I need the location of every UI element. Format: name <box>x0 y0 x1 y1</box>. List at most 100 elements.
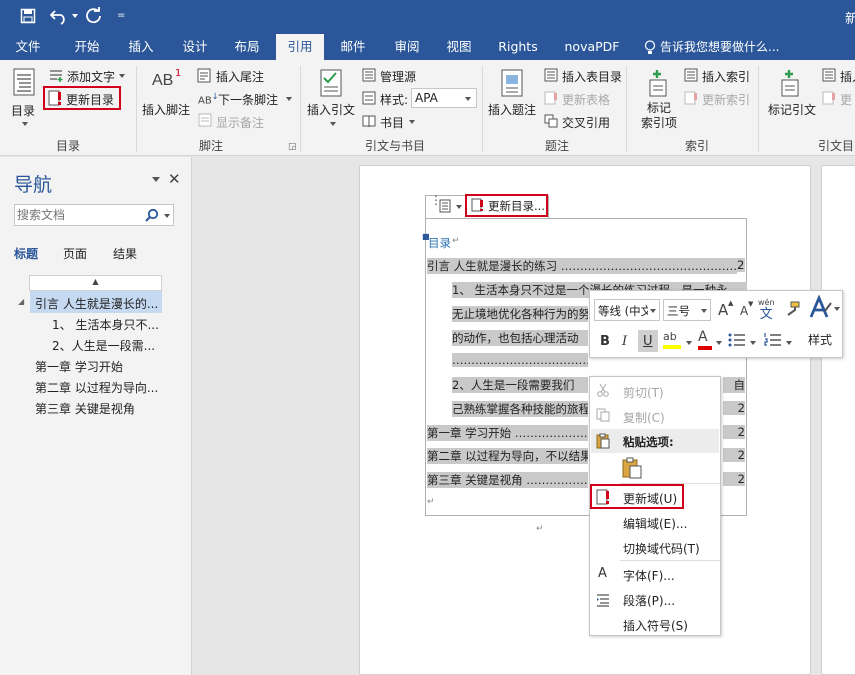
tab-novapdf[interactable]: novaPDF <box>556 34 628 60</box>
toc-icon[interactable] <box>12 68 36 99</box>
font-menu-item[interactable]: 字体(F)... <box>623 567 675 584</box>
style-select[interactable]: APA <box>411 88 477 108</box>
phonetic-guide-icon[interactable]: wén 文 <box>758 297 775 321</box>
styles-label[interactable]: 样式 <box>808 331 832 348</box>
toc-entry[interactable]: 引言 人生就是漫长的练习 ……………………………………………………………………2 <box>427 258 737 274</box>
tab-review[interactable]: 审阅 <box>382 34 432 60</box>
next-footnote-button[interactable]: 下一条脚注 <box>218 91 278 108</box>
font-color-icon[interactable]: A <box>698 329 712 350</box>
footnotes-dialog-launcher-icon[interactable]: ◲ <box>288 142 297 152</box>
tab-file[interactable]: 文件 <box>4 34 52 60</box>
toc-control-doc-icon[interactable] <box>439 199 451 216</box>
insert-table-of-figures-button[interactable]: 插入表目录 <box>562 68 622 85</box>
tab-view[interactable]: 视图 <box>436 34 482 60</box>
edit-field-menu-item[interactable]: 编辑域(E)... <box>623 515 687 532</box>
tab-headings[interactable]: 标题 <box>14 245 38 262</box>
toggle-field-codes-menu-item[interactable]: 切换域代码(T) <box>623 540 700 557</box>
underline-button[interactable]: U <box>643 334 653 349</box>
tab-home[interactable]: 开始 <box>62 34 112 60</box>
customize-qat-icon[interactable]: = <box>117 10 125 21</box>
highlight-icon[interactable]: ab <box>663 329 681 349</box>
toc-entry[interactable]: 己熟练掌握各种技能的旅程 <box>452 401 588 417</box>
toc-entry[interactable]: 2、人生是一段需要我们 <box>452 377 588 393</box>
undo-dropdown-icon[interactable] <box>72 14 78 18</box>
tab-rights[interactable]: Rights <box>490 34 546 60</box>
nav-heading-item[interactable]: 第三章 关键是视角 <box>35 400 135 417</box>
numbering-icon[interactable] <box>764 332 782 351</box>
update-toc-control-button[interactable]: 更新目录... <box>488 198 545 214</box>
nav-search-box[interactable] <box>14 204 174 226</box>
insert-footnote-button[interactable]: 插入脚注 <box>142 101 190 118</box>
bibliography-button[interactable]: 书目 <box>380 114 404 131</box>
tab-mailings[interactable]: 邮件 <box>328 34 378 60</box>
toc-entry[interactable]: 第二章 以过程为导向，不以结果 <box>427 448 588 464</box>
font-name-select[interactable]: 等线 (中文 <box>594 299 660 321</box>
insert-endnote-button[interactable]: 插入尾注 <box>216 68 264 85</box>
grow-font-icon[interactable]: A <box>718 301 728 319</box>
bullets-icon[interactable] <box>728 332 746 351</box>
save-icon[interactable] <box>20 8 36 27</box>
search-input[interactable] <box>17 207 137 223</box>
add-text-dropdown-icon[interactable] <box>119 74 125 78</box>
insert-citation-button[interactable]: 插入引文 <box>307 101 355 118</box>
format-painter-icon[interactable] <box>784 301 800 320</box>
nav-heading-item[interactable]: 第一章 学习开始 <box>35 358 123 375</box>
nav-heading-item[interactable]: 第二章 以过程为导向... <box>35 379 158 396</box>
cross-reference-button[interactable]: 交叉引用 <box>562 114 610 131</box>
nav-heading-item[interactable]: 2、人生是一段需... <box>52 337 155 354</box>
tab-references[interactable]: 引用 <box>276 34 324 60</box>
highlight-dropdown-icon[interactable] <box>686 341 692 345</box>
paragraph-menu-item[interactable]: 段落(P)... <box>623 592 675 609</box>
collapse-all-button[interactable]: ▲ <box>29 275 162 291</box>
insert-citation-dropdown-icon[interactable] <box>330 122 336 126</box>
tab-layout[interactable]: 布局 <box>222 34 272 60</box>
update-toc-button[interactable]: 更新目录 <box>66 91 114 108</box>
insert-symbol-menu-item[interactable]: 插入符号(S) <box>623 617 688 634</box>
search-icon[interactable] <box>145 208 159 225</box>
redo-icon[interactable] <box>84 6 102 28</box>
styles-dropdown-icon[interactable] <box>834 307 840 311</box>
font-color-dropdown-icon[interactable] <box>716 341 722 345</box>
undo-icon[interactable] <box>49 7 70 28</box>
tell-me-search[interactable]: 告诉我您想要做什么... <box>660 34 785 60</box>
manage-sources-button[interactable]: 管理源 <box>380 68 416 85</box>
insert-authorities-button[interactable]: 插入 <box>840 68 855 85</box>
paste-keep-text-icon[interactable] <box>621 457 643 482</box>
close-icon[interactable]: ✕ <box>168 170 181 188</box>
styles-icon[interactable] <box>808 294 834 324</box>
collapse-triangle-icon[interactable]: ◢ <box>18 297 24 306</box>
insert-caption-button[interactable]: 插入题注 <box>488 101 536 118</box>
next-footnote-dropdown-icon[interactable] <box>286 97 292 101</box>
mark-entry-button[interactable]: 标记 索引项 <box>641 101 677 131</box>
font-size-select[interactable]: 三号 <box>663 299 711 321</box>
insert-index-button[interactable]: 插入索引 <box>702 68 750 85</box>
add-text-button[interactable]: 添加文字 <box>67 68 115 85</box>
toc-entry[interactable]: 第一章 学习开始 …………………………………………… <box>427 425 588 441</box>
font-name-dropdown-icon[interactable] <box>650 309 656 313</box>
toc-dropdown-icon[interactable] <box>22 122 28 126</box>
tab-pages[interactable]: 页面 <box>63 245 87 262</box>
bibliography-dropdown-icon[interactable] <box>409 120 415 124</box>
toc-entry[interactable]: 第三章 关键是视角 …………………………………………… <box>427 472 588 488</box>
update-field-menu-item[interactable]: 更新域(U) <box>623 490 677 507</box>
numbering-dropdown-icon[interactable] <box>786 341 792 345</box>
toc-control-dropdown-icon[interactable] <box>456 205 462 209</box>
tab-results[interactable]: 结果 <box>113 245 137 262</box>
style-dropdown-icon[interactable] <box>465 97 471 101</box>
nav-options-dropdown-icon[interactable] <box>152 177 160 182</box>
toc-entry[interactable]: 无止境地优化各种行为的努力 <box>452 306 588 322</box>
toc-entry[interactable]: 的动作，也包括心理活动 <box>452 330 588 346</box>
nav-heading-item[interactable]: 引言 人生就是漫长的... <box>35 295 158 312</box>
bold-button[interactable]: B <box>600 334 610 349</box>
mark-citation-button[interactable]: 标记引文 <box>768 101 816 118</box>
toc-entry[interactable]: …………………………………………………………………………………… <box>452 353 588 367</box>
toc-button[interactable]: 目录 <box>11 102 35 119</box>
shrink-font-icon[interactable]: A <box>740 304 748 318</box>
search-dropdown-icon[interactable] <box>164 214 170 218</box>
tab-insert[interactable]: 插入 <box>116 34 166 60</box>
italic-button[interactable]: I <box>622 334 627 349</box>
nav-heading-item[interactable]: 1、 生活本身只不... <box>52 316 159 333</box>
tab-design[interactable]: 设计 <box>170 34 220 60</box>
font-size-dropdown-icon[interactable] <box>701 309 707 313</box>
bullets-dropdown-icon[interactable] <box>750 341 756 345</box>
